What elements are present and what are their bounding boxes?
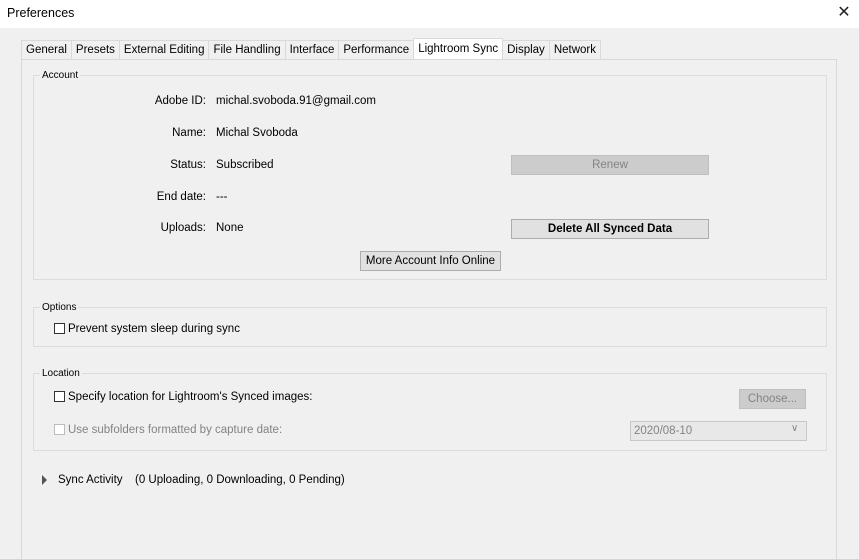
end-date-label: End date: bbox=[156, 191, 206, 203]
title-bar bbox=[0, 0, 859, 28]
tab-lightroom-sync[interactable]: Lightroom Sync bbox=[413, 38, 504, 59]
tab-interface[interactable]: Interface bbox=[284, 40, 340, 59]
tab-display[interactable]: Display bbox=[502, 40, 550, 59]
use-subfolders-label: Use subfolders formatted by capture date… bbox=[68, 424, 283, 436]
choose-button[interactable]: Choose... bbox=[739, 389, 806, 409]
close-icon[interactable]: ✕ bbox=[832, 2, 856, 24]
date-format-select[interactable]: 2020/08-10 bbox=[630, 421, 807, 441]
chevron-down-icon: ∨ bbox=[791, 423, 799, 434]
adobe-id-label: Adobe ID: bbox=[154, 95, 206, 107]
tab-file-handling[interactable]: File Handling bbox=[208, 40, 286, 59]
prevent-sleep-label: Prevent system sleep during sync bbox=[68, 323, 240, 335]
specify-location-label: Specify location for Lightroom's Synced … bbox=[68, 391, 313, 403]
tab-general[interactable]: General bbox=[21, 40, 72, 59]
location-group-label: Location bbox=[40, 368, 82, 379]
use-subfolders-checkbox[interactable] bbox=[54, 424, 65, 435]
tab-bar: General Presets External Editing File Ha… bbox=[21, 38, 601, 59]
delete-all-synced-data-button[interactable]: Delete All Synced Data bbox=[511, 219, 709, 239]
adobe-id-value: michal.svoboda.91@gmail.com bbox=[216, 95, 376, 107]
name-label: Name: bbox=[172, 127, 206, 139]
status-value: Subscribed bbox=[216, 159, 274, 171]
status-label: Status: bbox=[170, 159, 206, 171]
specify-location-checkbox[interactable] bbox=[54, 391, 65, 402]
tab-performance[interactable]: Performance bbox=[338, 40, 415, 59]
window-title: Preferences bbox=[7, 6, 75, 20]
account-group-label: Account bbox=[40, 70, 81, 81]
date-format-value: 2020/08-10 bbox=[634, 425, 693, 437]
sync-activity-label[interactable]: Sync Activity bbox=[58, 474, 123, 486]
end-date-value: --- bbox=[216, 191, 228, 203]
tab-presets[interactable]: Presets bbox=[70, 40, 120, 59]
options-group-label: Options bbox=[40, 302, 79, 313]
uploads-label: Uploads: bbox=[160, 222, 206, 234]
renew-button[interactable]: Renew bbox=[511, 155, 709, 175]
name-value: Michal Svoboda bbox=[216, 127, 298, 139]
expand-triangle-icon[interactable] bbox=[42, 475, 47, 485]
uploads-value: None bbox=[216, 222, 244, 234]
more-account-info-button[interactable]: More Account Info Online bbox=[360, 251, 501, 271]
tab-external-editing[interactable]: External Editing bbox=[118, 40, 210, 59]
prevent-sleep-checkbox[interactable] bbox=[54, 323, 65, 334]
sync-activity-status: (0 Uploading, 0 Downloading, 0 Pending) bbox=[135, 474, 345, 486]
tab-network[interactable]: Network bbox=[548, 40, 601, 59]
